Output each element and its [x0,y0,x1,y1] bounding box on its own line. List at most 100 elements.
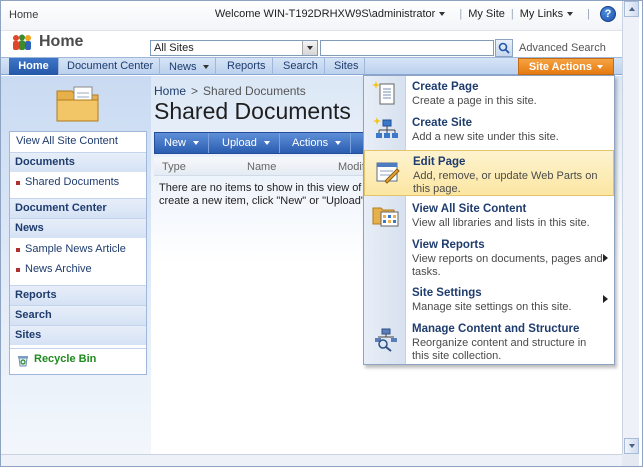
people-logo-icon [13,34,31,50]
quick-launch-sample-news-article[interactable]: Sample News Article [10,240,146,260]
recycle-bin-link[interactable]: Recycle Bin [10,348,146,370]
new-label: New [164,137,187,149]
menu-item-title: View Reports [412,239,485,251]
chevron-up-icon [628,7,635,11]
upload-label: Upload [222,137,257,149]
menu-item-title: Manage Content and Structure [412,323,580,335]
chevron-down-icon [628,444,635,448]
breadcrumb-current: Shared Documents [203,84,306,98]
menu-item-title: View All Site Content [412,203,527,215]
menu-item-view-reports[interactable]: View Reports View reports on documents, … [364,234,614,282]
site-actions-menu: Create Page Create a page in this site. … [363,75,615,365]
quick-launch-search-header[interactable]: Search [10,305,146,325]
welcome-label: Welcome WIN-T192DRHXW9S\administrator [214,8,436,20]
menu-item-title: Create Site [412,117,473,129]
recycle-bin-label: Recycle Bin [34,353,97,365]
breadcrumb-separator: > [191,84,199,98]
submenu-arrow-icon [603,254,608,262]
menu-item-description: Add, remove, or update Web Parts on this… [413,170,598,195]
vertical-scrollbar[interactable] [622,1,639,454]
menu-item-title: Site Settings [412,287,482,299]
my-site-link[interactable]: My Site [468,8,505,20]
top-navigation-tabs: Home Document Center News Reports Search… [1,57,622,75]
tab-reports[interactable]: Reports [221,58,273,75]
scroll-down-button[interactable] [624,438,639,454]
menu-item-description: Create a page in this site. [412,95,537,107]
advanced-search-link[interactable]: Advanced Search [519,42,606,54]
empty-message-line: There are no items to show in this view … [159,182,365,194]
search-icon [498,42,510,54]
tab-label: Search [283,60,318,72]
new-menu-button[interactable]: New [155,133,210,153]
menu-item-description: Manage site settings on this site. [412,301,572,313]
manage-content-icon [375,328,397,352]
menu-item-edit-page[interactable]: Edit Page Add, remove, or update Web Par… [364,150,614,196]
quick-launch-document-center-header[interactable]: Document Center [10,198,146,218]
chevron-down-icon[interactable] [302,41,317,55]
tab-sites[interactable]: Sites [328,58,366,75]
view-all-site-content-link[interactable]: View All Site Content [10,132,146,152]
site-title[interactable]: Home [39,33,83,51]
chevron-down-icon [335,141,342,145]
menu-item-manage-content[interactable]: Manage Content and Structure Reorganize … [364,318,614,364]
scroll-up-button[interactable] [624,1,639,17]
tab-document-center[interactable]: Document Center [61,58,161,75]
quick-launch-sites-header[interactable]: Sites [10,325,146,345]
list-toolbar: New Upload Actions [154,132,364,154]
chevron-down-icon [263,141,270,145]
page-title: Shared Documents [154,98,351,124]
quick-launch-news-archive[interactable]: News Archive [10,260,146,280]
menu-item-create-site[interactable]: Create Site Add a new site under this si… [364,112,614,148]
create-page-icon [372,81,395,105]
chevron-down-icon [567,12,574,16]
edit-page-icon [376,162,400,184]
site-actions-label: Site Actions [528,60,592,73]
column-type[interactable]: Type [162,161,186,173]
menu-item-site-settings[interactable]: Site Settings Manage site settings on th… [364,282,614,318]
column-name[interactable]: Name [247,161,276,173]
menu-item-title: Create Page [412,81,479,93]
search-scope-value: All Sites [154,42,194,54]
quick-launch: View All Site Content Documents Shared D… [9,131,147,375]
breadcrumb-home[interactable]: Home [154,84,186,98]
menu-item-title: Edit Page [413,156,466,168]
horizontal-scrollbar[interactable] [1,454,622,466]
quick-launch-reports-header[interactable]: Reports [10,285,146,305]
view-all-content-icon [372,207,399,227]
empty-list-message: There are no items to show in this view … [159,182,365,208]
chevron-down-icon [597,64,603,69]
search-scope-select[interactable]: All Sites [150,40,318,56]
tab-home[interactable]: Home [9,58,59,75]
tab-label: Sites [334,60,359,72]
chevron-down-icon [193,141,200,145]
menu-item-view-all-site-content[interactable]: View All Site Content View all libraries… [364,198,614,234]
menu-item-description: Add a new site under this site. [412,131,559,143]
menu-item-description: View all libraries and lists in this sit… [412,217,590,229]
quick-launch-documents-header[interactable]: Documents [10,152,146,172]
tab-search[interactable]: Search [277,58,325,75]
list-column-header: Type Name Modifi [154,157,367,176]
search-button[interactable] [495,39,513,57]
tab-label: News [169,60,197,73]
site-actions-button[interactable]: Site Actions [517,58,614,75]
menu-item-description: View reports on documents, pages and tas… [412,253,603,278]
global-home-link[interactable]: Home [9,9,38,21]
menu-item-create-page[interactable]: Create Page Create a page in this site. [364,76,614,112]
empty-message-line: create a new item, click "New" or "Uploa… [159,195,365,207]
submenu-arrow-icon [603,295,608,303]
quick-launch-shared-documents[interactable]: Shared Documents [10,173,146,193]
help-icon[interactable]: ? [600,6,616,22]
actions-menu-button[interactable]: Actions [283,133,352,153]
global-navigation-bar: Home Welcome WIN-T192DRHXW9S\administrat… [1,1,622,31]
search-input[interactable] [320,40,494,56]
document-library-folder-icon [56,86,99,122]
breadcrumb: Home > Shared Documents [154,84,306,98]
upload-menu-button[interactable]: Upload [213,133,280,153]
welcome-menu[interactable]: Welcome WIN-T192DRHXW9S\administrator [215,8,453,20]
actions-label: Actions [292,137,329,149]
quick-launch-news-header[interactable]: News [10,218,146,238]
tab-news[interactable]: News [163,58,216,75]
title-area: Home All Sites Advanced Search [1,31,622,57]
my-links-menu[interactable]: My Links [520,8,581,20]
divider: | [459,8,463,20]
